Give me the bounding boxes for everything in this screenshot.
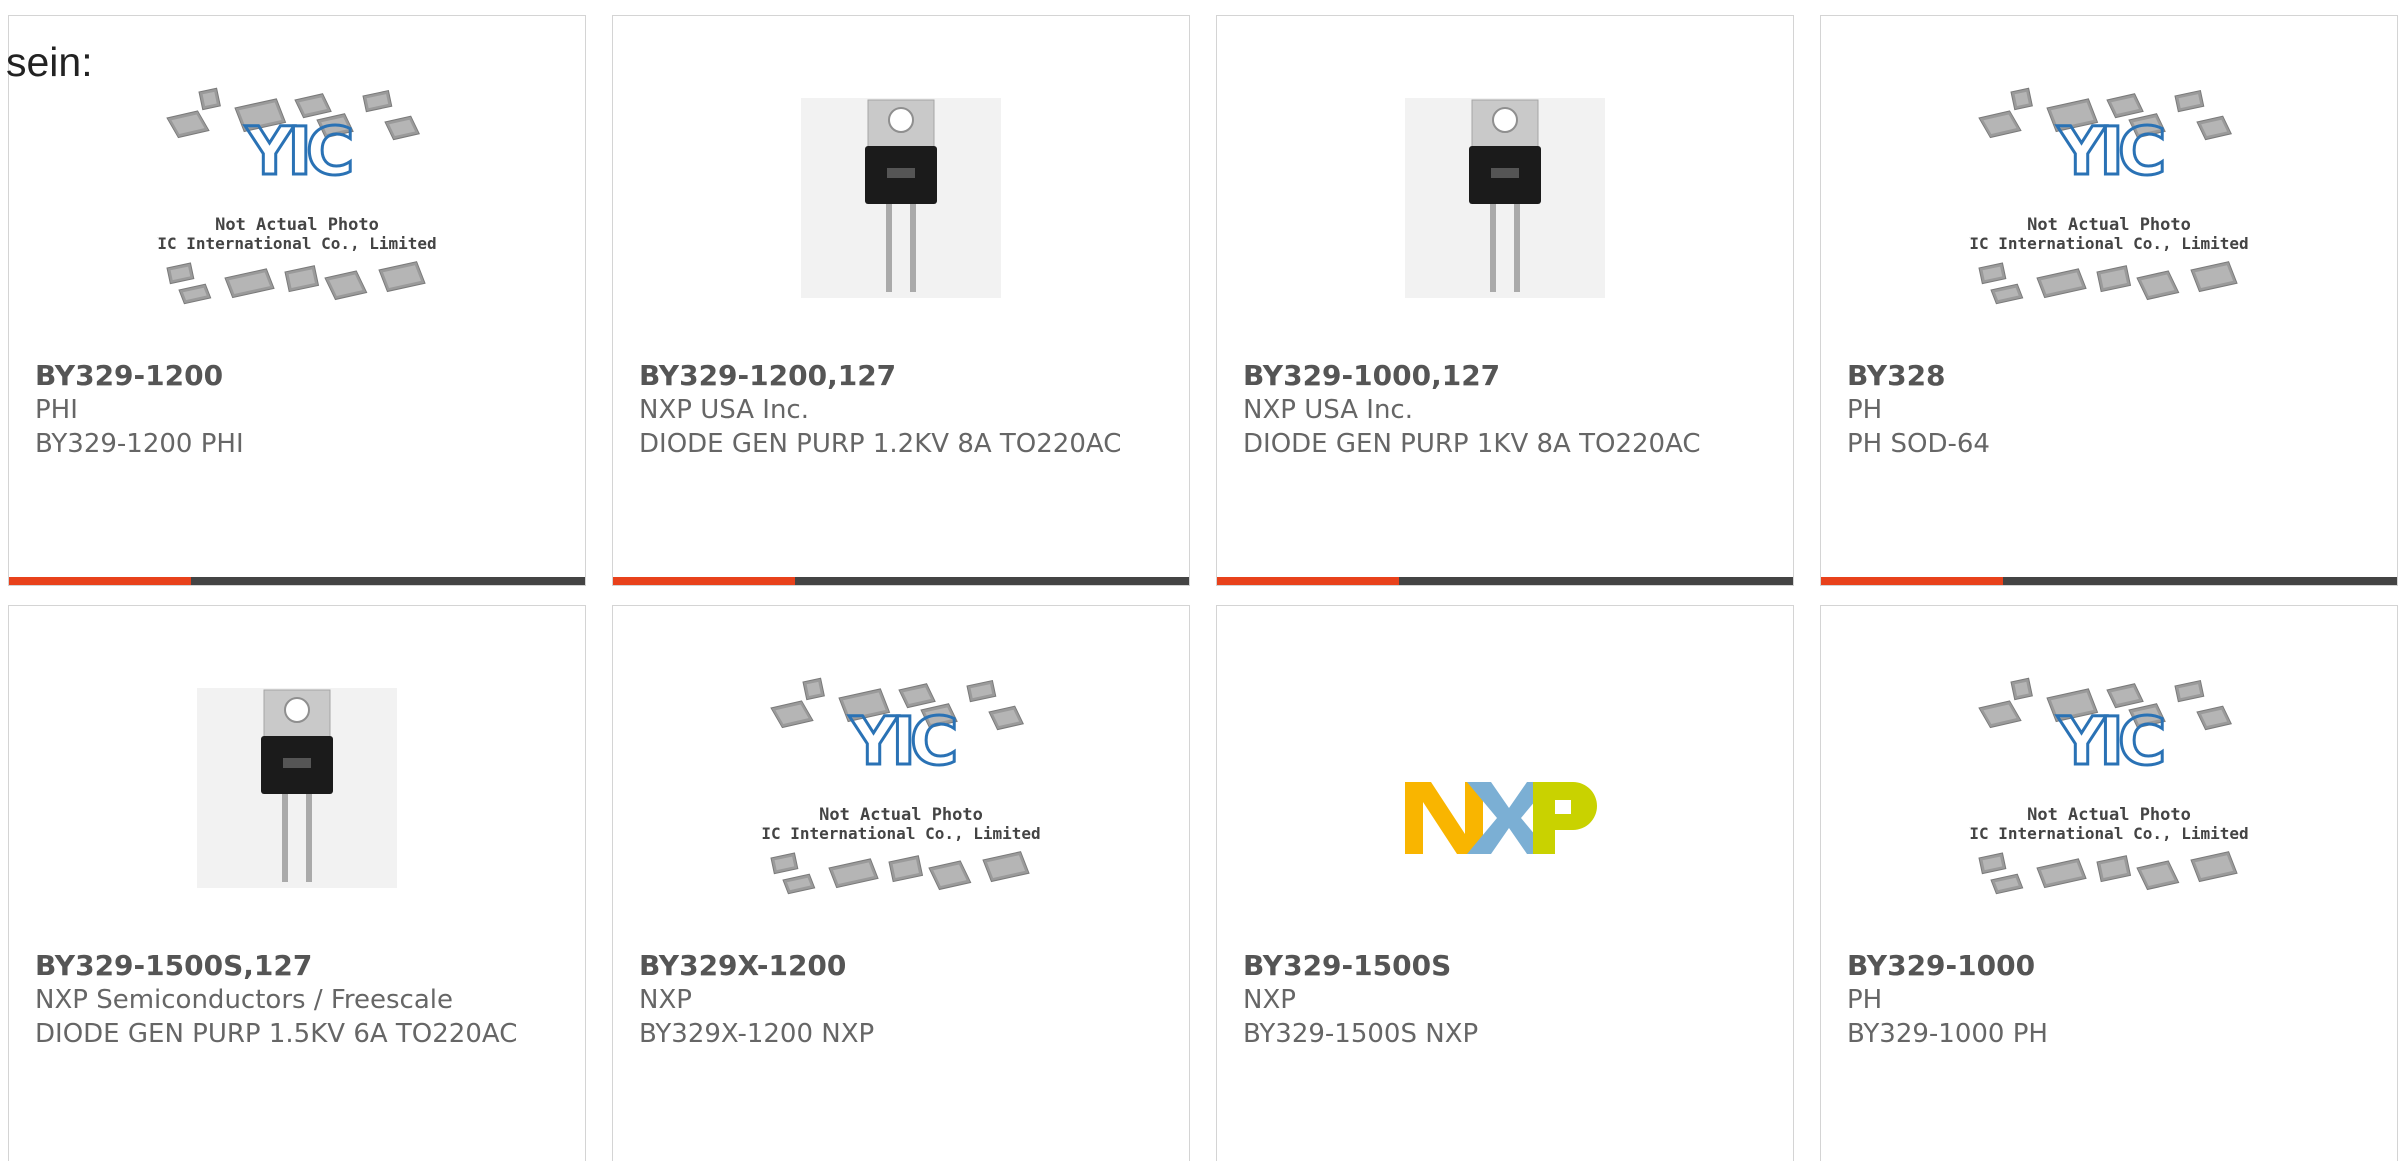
product-info: BY329-1500S NXP BY329-1500S NXP: [1243, 949, 1773, 1051]
svg-text:YIC International Co., Limited: YIC International Co., Limited.: [1969, 234, 2249, 253]
to220-transistor-graphic: [197, 688, 397, 888]
description: BY329-1000 PH: [1847, 1019, 2048, 1049]
manufacturer: NXP USA Inc.: [1243, 395, 1413, 425]
yic-placeholder-graphic: YIC Not Actual Photo YIC International C…: [1969, 677, 2249, 895]
product-info: BY329-1500S,127 NXP Semiconductors / Fre…: [35, 949, 565, 1051]
description: PH SOD-64: [1847, 429, 1990, 459]
svg-text:Not Actual Photo: Not Actual Photo: [215, 215, 379, 235]
product-card[interactable]: YIC Not Actual Photo YIC International C…: [8, 15, 586, 586]
part-number[interactable]: BY329-1500S: [1243, 949, 1773, 983]
card-bar: [1821, 577, 2397, 585]
card-bar-accent: [1217, 577, 1399, 585]
card-bar-accent: [9, 577, 191, 585]
product-image[interactable]: YIC Not Actual Photo YIC International C…: [1821, 78, 2397, 378]
card-bar: [613, 577, 1189, 585]
manufacturer: NXP: [1243, 985, 1296, 1015]
product-card[interactable]: YIC Not Actual Photo YIC International C…: [1820, 15, 2398, 586]
manufacturer: PH: [1847, 395, 1883, 425]
nxp-logo-graphic: [1405, 782, 1597, 854]
product-image[interactable]: [9, 668, 585, 988]
part-number[interactable]: BY329-1200,127: [639, 359, 1169, 393]
intro-text: sein:: [6, 39, 93, 85]
yic-placeholder-graphic: YIC Not Actual Photo YIC International C…: [1969, 87, 2249, 305]
to220-transistor-graphic: [801, 98, 1001, 298]
svg-text:Not Actual Photo: Not Actual Photo: [2027, 215, 2191, 235]
svg-text:YIC: YIC: [2057, 703, 2163, 780]
product-info: BY329-1200,127 NXP USA Inc. DIODE GEN PU…: [639, 359, 1169, 461]
svg-text:Not Actual Photo: Not Actual Photo: [2027, 805, 2191, 825]
svg-text:YIC International Co., Limited: YIC International Co., Limited.: [761, 824, 1041, 843]
part-number[interactable]: BY329-1500S,127: [35, 949, 565, 983]
product-card[interactable]: YIC Not Actual Photo YIC International C…: [612, 605, 1190, 1161]
product-info: BY329-1000 PH BY329-1000 PH: [1847, 949, 2377, 1051]
part-number[interactable]: BY329-1000,127: [1243, 359, 1773, 393]
product-image[interactable]: [1217, 78, 1793, 398]
manufacturer: PHI: [35, 395, 78, 425]
svg-text:YIC International Co., Limited: YIC International Co., Limited.: [1969, 824, 2249, 843]
manufacturer: NXP Semiconductors / Freescale: [35, 985, 454, 1015]
product-info: BY329X-1200 NXP BY329X-1200 NXP: [639, 949, 1169, 1051]
svg-text:YIC: YIC: [245, 113, 351, 190]
description: BY329X-1200 NXP: [639, 1019, 875, 1049]
part-number[interactable]: BY329-1200: [35, 359, 565, 393]
yic-placeholder-graphic: YIC Not Actual Photo YIC International C…: [157, 87, 437, 305]
description: BY329-1200 PHI: [35, 429, 244, 459]
card-bar-accent: [613, 577, 795, 585]
part-number[interactable]: BY329-1000: [1847, 949, 2377, 983]
svg-text:YIC: YIC: [849, 703, 955, 780]
manufacturer: NXP USA Inc.: [639, 395, 809, 425]
part-number[interactable]: BY329X-1200: [639, 949, 1169, 983]
product-image[interactable]: YIC Not Actual Photo YIC International C…: [1821, 668, 2397, 968]
description: DIODE GEN PURP 1.2KV 8A TO220AC: [639, 429, 1122, 459]
card-bar-accent: [1821, 577, 2003, 585]
description: DIODE GEN PURP 1.5KV 6A TO220AC: [35, 1019, 518, 1049]
product-card[interactable]: YIC Not Actual Photo YIC International C…: [1820, 605, 2398, 1161]
manufacturer: PH: [1847, 985, 1883, 1015]
product-image[interactable]: YIC Not Actual Photo YIC International C…: [613, 668, 1189, 968]
yic-placeholder-graphic: YIC Not Actual Photo YIC International C…: [761, 677, 1041, 895]
svg-text:Not Actual Photo: Not Actual Photo: [819, 805, 983, 825]
svg-text:YIC International Co., Limited: YIC International Co., Limited.: [157, 234, 437, 253]
card-bar: [1217, 577, 1793, 585]
product-info: BY329-1000,127 NXP USA Inc. DIODE GEN PU…: [1243, 359, 1773, 461]
product-info: BY328 PH PH SOD-64: [1847, 359, 2377, 461]
card-bar: [9, 577, 585, 585]
to220-transistor-graphic: [1405, 98, 1605, 298]
part-number[interactable]: BY328: [1847, 359, 2377, 393]
description: DIODE GEN PURP 1KV 8A TO220AC: [1243, 429, 1701, 459]
product-image[interactable]: YIC Not Actual Photo YIC International C…: [9, 78, 585, 378]
product-image[interactable]: [613, 78, 1189, 398]
description: BY329-1500S NXP: [1243, 1019, 1479, 1049]
product-card[interactable]: BY329-1500S,127 NXP Semiconductors / Fre…: [8, 605, 586, 1161]
product-card[interactable]: BY329-1500S NXP BY329-1500S NXP: [1216, 605, 1794, 1161]
product-card[interactable]: BY329-1000,127 NXP USA Inc. DIODE GEN PU…: [1216, 15, 1794, 586]
manufacturer: NXP: [639, 985, 692, 1015]
product-info: BY329-1200 PHI BY329-1200 PHI: [35, 359, 565, 461]
svg-text:YIC: YIC: [2057, 113, 2163, 190]
product-card[interactable]: BY329-1200,127 NXP USA Inc. DIODE GEN PU…: [612, 15, 1190, 586]
